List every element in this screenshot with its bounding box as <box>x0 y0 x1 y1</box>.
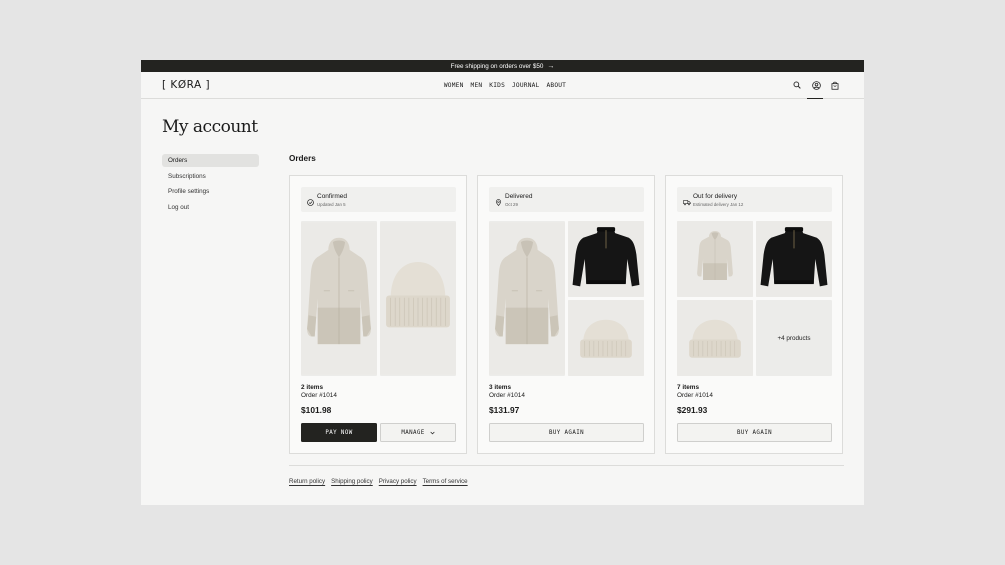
order-products <box>489 221 644 376</box>
link-terms-of-service[interactable]: Terms of service <box>423 478 468 485</box>
account-icon[interactable] <box>807 80 823 99</box>
nav-journal[interactable]: JOURNAL <box>512 82 539 89</box>
product-image-beanie[interactable] <box>380 221 456 376</box>
order-status-date: Oct 29 <box>505 201 518 207</box>
sidebar-item-orders[interactable]: Orders <box>162 154 259 167</box>
order-item-count: 2 items <box>301 384 324 391</box>
order-actions: PAY NOW MANAGE <box>301 423 456 442</box>
policy-links: Return policy Shipping policy Privacy po… <box>289 478 468 485</box>
announcement-bar[interactable]: Free shipping on orders over $50 → <box>141 60 864 72</box>
order-status-title: Confirmed <box>317 193 347 200</box>
order-item-count: 3 items <box>489 384 512 391</box>
more-products-label: +4 products <box>777 334 811 342</box>
page-title: My account <box>162 117 258 137</box>
orders-list: Confirmed Updated Jan 5 2 items Order #1… <box>289 175 844 454</box>
site-header: [ KØRA ] WOMEN MEN KIDS JOURNAL ABOUT <box>141 72 864 99</box>
chevron-down-icon <box>430 431 435 434</box>
orders-heading: Orders <box>289 154 316 163</box>
announcement-text: Free shipping on orders over $50 <box>450 62 544 70</box>
header-icons <box>792 80 840 99</box>
sidebar-item-log-out[interactable]: Log out <box>162 201 259 214</box>
order-number: Order #1014 <box>677 392 713 399</box>
bag-icon[interactable] <box>830 80 840 90</box>
order-total: $131.97 <box>489 405 520 415</box>
order-status-title: Out for delivery <box>693 193 738 200</box>
location-pin-icon <box>495 193 502 206</box>
order-status-date: Estimated delivery Jan 12 <box>693 201 744 207</box>
link-shipping-policy[interactable]: Shipping policy <box>331 478 373 485</box>
truck-icon <box>683 193 691 206</box>
product-image-jacket[interactable] <box>677 221 753 297</box>
sidebar-item-profile-settings[interactable]: Profile settings <box>162 185 259 198</box>
order-card: Delivered Oct 29 3 items Order #1014 $13… <box>477 175 655 454</box>
order-products: +4 products <box>677 221 832 376</box>
arrow-right-icon: → <box>547 62 555 70</box>
order-card: Out for delivery Estimated delivery Jan … <box>665 175 843 454</box>
link-privacy-policy[interactable]: Privacy policy <box>379 478 417 485</box>
order-products <box>301 221 456 376</box>
sidebar-item-subscriptions[interactable]: Subscriptions <box>162 170 259 183</box>
nav-kids[interactable]: KIDS <box>489 82 505 89</box>
nav-about[interactable]: ABOUT <box>546 82 566 89</box>
page-container: Free shipping on orders over $50 → [ KØR… <box>141 60 864 505</box>
main-nav: WOMEN MEN KIDS JOURNAL ABOUT <box>141 82 864 89</box>
order-status: Delivered Oct 29 <box>489 187 644 212</box>
footer-divider <box>289 465 844 466</box>
product-image-beanie[interactable] <box>568 300 644 376</box>
nav-women[interactable]: WOMEN <box>444 82 464 89</box>
order-status: Out for delivery Estimated delivery Jan … <box>677 187 832 212</box>
order-status: Confirmed Updated Jan 5 <box>301 187 456 212</box>
order-number: Order #1014 <box>301 392 337 399</box>
product-image-sweater[interactable] <box>568 221 644 297</box>
product-image-beanie[interactable] <box>677 300 753 376</box>
check-circle-icon <box>307 193 314 206</box>
manage-button[interactable]: MANAGE <box>380 423 456 442</box>
order-number: Order #1014 <box>489 392 525 399</box>
order-actions: BUY AGAIN <box>489 423 644 442</box>
order-card: Confirmed Updated Jan 5 2 items Order #1… <box>289 175 467 454</box>
order-status-date: Updated Jan 5 <box>317 201 346 207</box>
search-icon[interactable] <box>792 80 802 90</box>
account-sidebar: Orders Subscriptions Profile settings Lo… <box>162 154 259 216</box>
product-image-jacket[interactable] <box>301 221 377 376</box>
order-item-count: 7 items <box>677 384 700 391</box>
order-total: $101.98 <box>301 405 332 415</box>
buy-again-button[interactable]: BUY AGAIN <box>489 423 644 442</box>
product-image-jacket[interactable] <box>489 221 565 376</box>
order-status-title: Delivered <box>505 193 533 200</box>
manage-button-label: MANAGE <box>401 429 425 436</box>
link-return-policy[interactable]: Return policy <box>289 478 325 485</box>
pay-now-button[interactable]: PAY NOW <box>301 423 377 442</box>
product-image-sweater[interactable] <box>756 221 832 297</box>
nav-men[interactable]: MEN <box>471 82 483 89</box>
order-total: $291.93 <box>677 405 708 415</box>
order-actions: BUY AGAIN <box>677 423 832 442</box>
buy-again-button[interactable]: BUY AGAIN <box>677 423 832 442</box>
more-products-tile[interactable]: +4 products <box>756 300 832 376</box>
